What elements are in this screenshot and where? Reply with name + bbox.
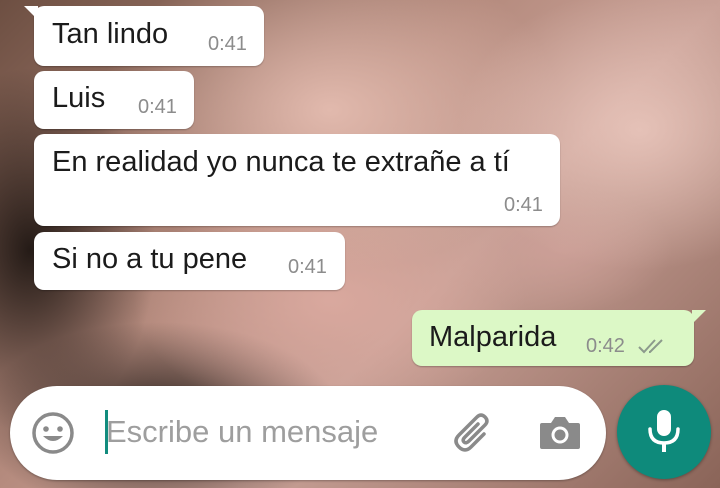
- camera-icon[interactable]: [538, 413, 582, 453]
- voice-message-button[interactable]: [617, 385, 711, 479]
- message-bubble-incoming[interactable]: Tan lindo 0:41: [24, 6, 264, 66]
- message-time: 0:41: [208, 33, 247, 55]
- message-bubble-outgoing[interactable]: Malparida 0:42: [412, 310, 706, 366]
- message-text: Tan lindo: [52, 18, 169, 50]
- message-time: 0:41: [288, 256, 327, 278]
- smiley-icon[interactable]: [30, 410, 76, 456]
- message-text: En realidad yo nunca te extrañe a tí: [52, 146, 510, 178]
- message-time: 0:42: [586, 335, 625, 357]
- message-text: Malparida: [429, 321, 557, 353]
- paperclip-icon[interactable]: [450, 408, 498, 456]
- message-text: Si no a tu pene: [52, 243, 248, 275]
- message-time: 0:41: [138, 96, 177, 118]
- message-input[interactable]: Escribe un mensaje: [106, 414, 378, 450]
- message-text: Luis: [52, 82, 106, 114]
- message-bubble-incoming[interactable]: Si no a tu pene 0:41: [34, 232, 345, 290]
- microphone-icon: [648, 410, 680, 452]
- message-composer: Escribe un mensaje: [10, 386, 606, 480]
- double-check-icon: [638, 339, 663, 354]
- message-bubble-incoming[interactable]: Luis 0:41: [34, 71, 194, 129]
- message-time: 0:41: [504, 194, 543, 216]
- message-bubble-incoming[interactable]: En realidad yo nunca te extrañe a tí 0:4…: [34, 134, 560, 226]
